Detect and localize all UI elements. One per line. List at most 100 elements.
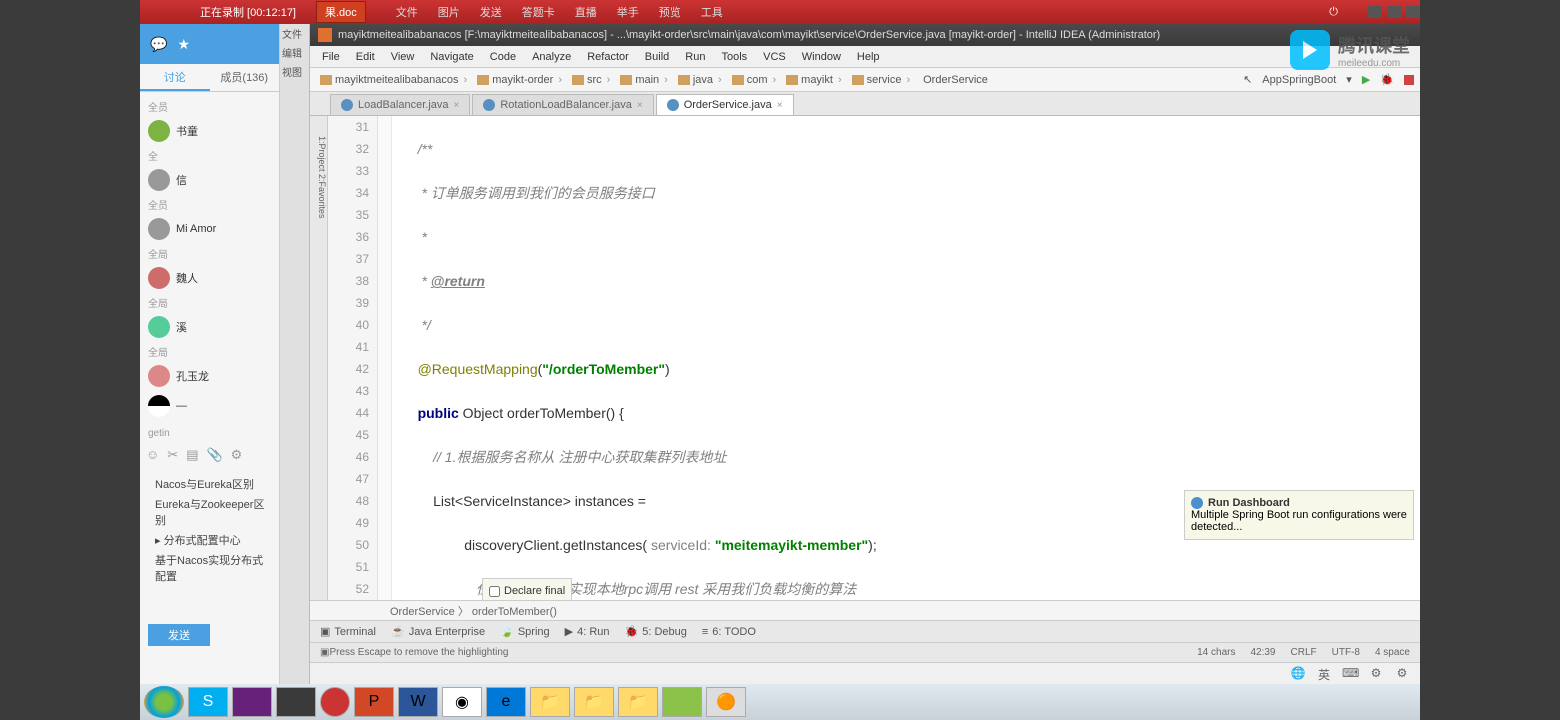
status-line-sep[interactable]: CRLF — [1291, 647, 1317, 658]
taskbar-notepad[interactable] — [662, 687, 702, 717]
menu-file[interactable]: File — [316, 51, 346, 63]
contact-item[interactable]: Mi Amor — [140, 214, 279, 244]
taskbar-recorder[interactable] — [320, 687, 350, 717]
taskbar-vscode[interactable] — [232, 687, 272, 717]
fold-gutter[interactable] — [378, 116, 392, 600]
status-indent[interactable]: 4 space — [1375, 647, 1410, 658]
top-menu-item[interactable]: 预览 — [659, 4, 681, 20]
top-menu-item[interactable]: 工具 — [701, 4, 723, 20]
crumb-file[interactable]: OrderService — [916, 74, 992, 86]
taskbar-explorer[interactable]: 📁 — [530, 687, 570, 717]
top-menu-item[interactable]: 直播 — [575, 4, 597, 20]
star-icon[interactable]: ★ — [177, 36, 190, 53]
terminal-tool[interactable]: ▣ Terminal — [320, 625, 376, 638]
debug-tool[interactable]: 🐞 5: Debug — [625, 625, 687, 638]
debug-icon[interactable]: 🐞 — [1380, 73, 1394, 86]
menu-code[interactable]: Code — [484, 51, 522, 63]
todo-tool[interactable]: ≡ 6: TODO — [702, 626, 756, 638]
menu-vcs[interactable]: VCS — [757, 51, 792, 63]
crumb[interactable]: service — [848, 74, 917, 86]
crumb[interactable]: mayikt-order — [473, 74, 568, 86]
crumb-root[interactable]: mayiktmeitealibabanacos — [316, 74, 473, 86]
emoji-icon[interactable]: ☺ — [146, 447, 159, 463]
globe-icon[interactable]: 🌐 — [1290, 666, 1306, 682]
tree-item[interactable]: ▸ 分布式配置中心 — [145, 530, 274, 550]
send-button[interactable]: 发送 — [148, 624, 210, 646]
menu-refactor[interactable]: Refactor — [581, 51, 635, 63]
crumb[interactable]: main — [616, 74, 674, 86]
run-icon[interactable]: ▶ — [1362, 73, 1370, 86]
taskbar-intellij[interactable] — [276, 687, 316, 717]
left-tool-strip[interactable]: 1:Project 2:Favorites — [310, 116, 328, 600]
document-tab[interactable]: 果.doc — [316, 1, 366, 23]
nav-arrow-icon[interactable]: ↖ — [1243, 73, 1252, 86]
menu-tools[interactable]: Tools — [715, 51, 753, 63]
status-caret[interactable]: 42:39 — [1250, 647, 1275, 658]
editor-tab[interactable]: RotationLoadBalancer.java× — [472, 94, 653, 115]
top-menu-item[interactable]: 答题卡 — [522, 4, 555, 20]
gear-icon[interactable]: ⚙ — [1394, 666, 1410, 682]
taskbar-powerpoint[interactable]: P — [354, 687, 394, 717]
contact-item[interactable]: 信 — [140, 165, 279, 195]
top-menu-item[interactable]: 图片 — [438, 4, 460, 20]
crumb[interactable]: java — [674, 74, 728, 86]
intention-hint-popup[interactable]: Declare final — [482, 578, 572, 600]
close-icon[interactable]: × — [637, 100, 643, 111]
tree-item[interactable]: Eureka与Zookeeper区别 — [145, 494, 274, 530]
menu-view[interactable]: View — [385, 51, 421, 63]
scissors-icon[interactable]: ✂ — [167, 447, 178, 463]
contact-item[interactable]: 书童 — [140, 116, 279, 146]
spring-tool[interactable]: 🍃 Spring — [500, 625, 550, 638]
menu-navigate[interactable]: Navigate — [424, 51, 479, 63]
comment-icon[interactable]: 💬 — [150, 36, 167, 53]
file-icon[interactable]: 📎 — [206, 447, 222, 463]
taskbar-explorer[interactable]: 📁 — [618, 687, 658, 717]
menu-help[interactable]: Help — [851, 51, 886, 63]
contact-item[interactable]: 孔玉龙 — [140, 361, 279, 391]
crumb[interactable]: com — [728, 74, 782, 86]
tree-item[interactable]: Nacos与Eureka区别 — [145, 474, 274, 494]
top-menu-item[interactable]: 举手 — [617, 4, 639, 20]
close-button[interactable] — [1406, 6, 1420, 18]
declare-final-checkbox[interactable] — [489, 586, 500, 597]
menu-window[interactable]: Window — [796, 51, 847, 63]
taskbar-explorer[interactable]: 📁 — [574, 687, 614, 717]
lang-icon[interactable]: 英 — [1316, 666, 1332, 682]
settings-icon[interactable]: ⚙ — [231, 447, 243, 463]
run-tool[interactable]: ▶ 4: Run — [565, 625, 610, 638]
maximize-button[interactable] — [1387, 6, 1401, 18]
image-icon[interactable]: ▤ — [186, 447, 198, 463]
contact-item[interactable]: 溪 — [140, 312, 279, 342]
menu-run[interactable]: Run — [679, 51, 711, 63]
keyboard-icon[interactable]: ⌨ — [1342, 666, 1358, 682]
run-config-dropdown[interactable]: AppSpringBoot — [1262, 74, 1336, 86]
stop-icon[interactable] — [1404, 75, 1414, 85]
top-menu-item[interactable]: 文件 — [396, 4, 418, 20]
chevron-down-icon[interactable]: ▾ — [1346, 73, 1352, 86]
start-button[interactable] — [144, 686, 184, 718]
crumb[interactable]: src — [568, 74, 616, 86]
top-menu-item[interactable]: 发送 — [480, 4, 502, 20]
java-ee-tool[interactable]: ☕ Java Enterprise — [391, 625, 485, 638]
line-gutter[interactable]: 3132333435363738394041424344454647484950… — [328, 116, 378, 600]
power-icon[interactable]: ⏻ — [1329, 6, 1338, 19]
minimize-button[interactable] — [1368, 6, 1382, 18]
taskbar-chrome[interactable]: ◉ — [442, 687, 482, 717]
taskbar-edge[interactable]: e — [486, 687, 526, 717]
tree-item[interactable]: 基于Nacos实现分布式配置 — [145, 550, 274, 586]
taskbar-app[interactable]: 🟠 — [706, 687, 746, 717]
taskbar-word[interactable]: W — [398, 687, 438, 717]
editor-tab-active[interactable]: OrderService.java× — [656, 94, 794, 115]
run-dashboard-notification[interactable]: Run Dashboard Multiple Spring Boot run c… — [1184, 490, 1414, 540]
crumb[interactable]: mayikt — [782, 74, 847, 86]
editor-tab[interactable]: LoadBalancer.java× — [330, 94, 470, 115]
status-encoding[interactable]: UTF-8 — [1332, 647, 1360, 658]
menu-analyze[interactable]: Analyze — [526, 51, 577, 63]
contact-item[interactable]: 魏人 — [140, 263, 279, 293]
close-icon[interactable]: × — [454, 100, 460, 111]
contact-item[interactable]: — — [140, 391, 279, 421]
menu-edit[interactable]: Edit — [350, 51, 381, 63]
editor-breadcrumb[interactable]: OrderService 〉 orderToMember() — [310, 600, 1420, 620]
menu-build[interactable]: Build — [639, 51, 675, 63]
close-icon[interactable]: × — [777, 100, 783, 111]
